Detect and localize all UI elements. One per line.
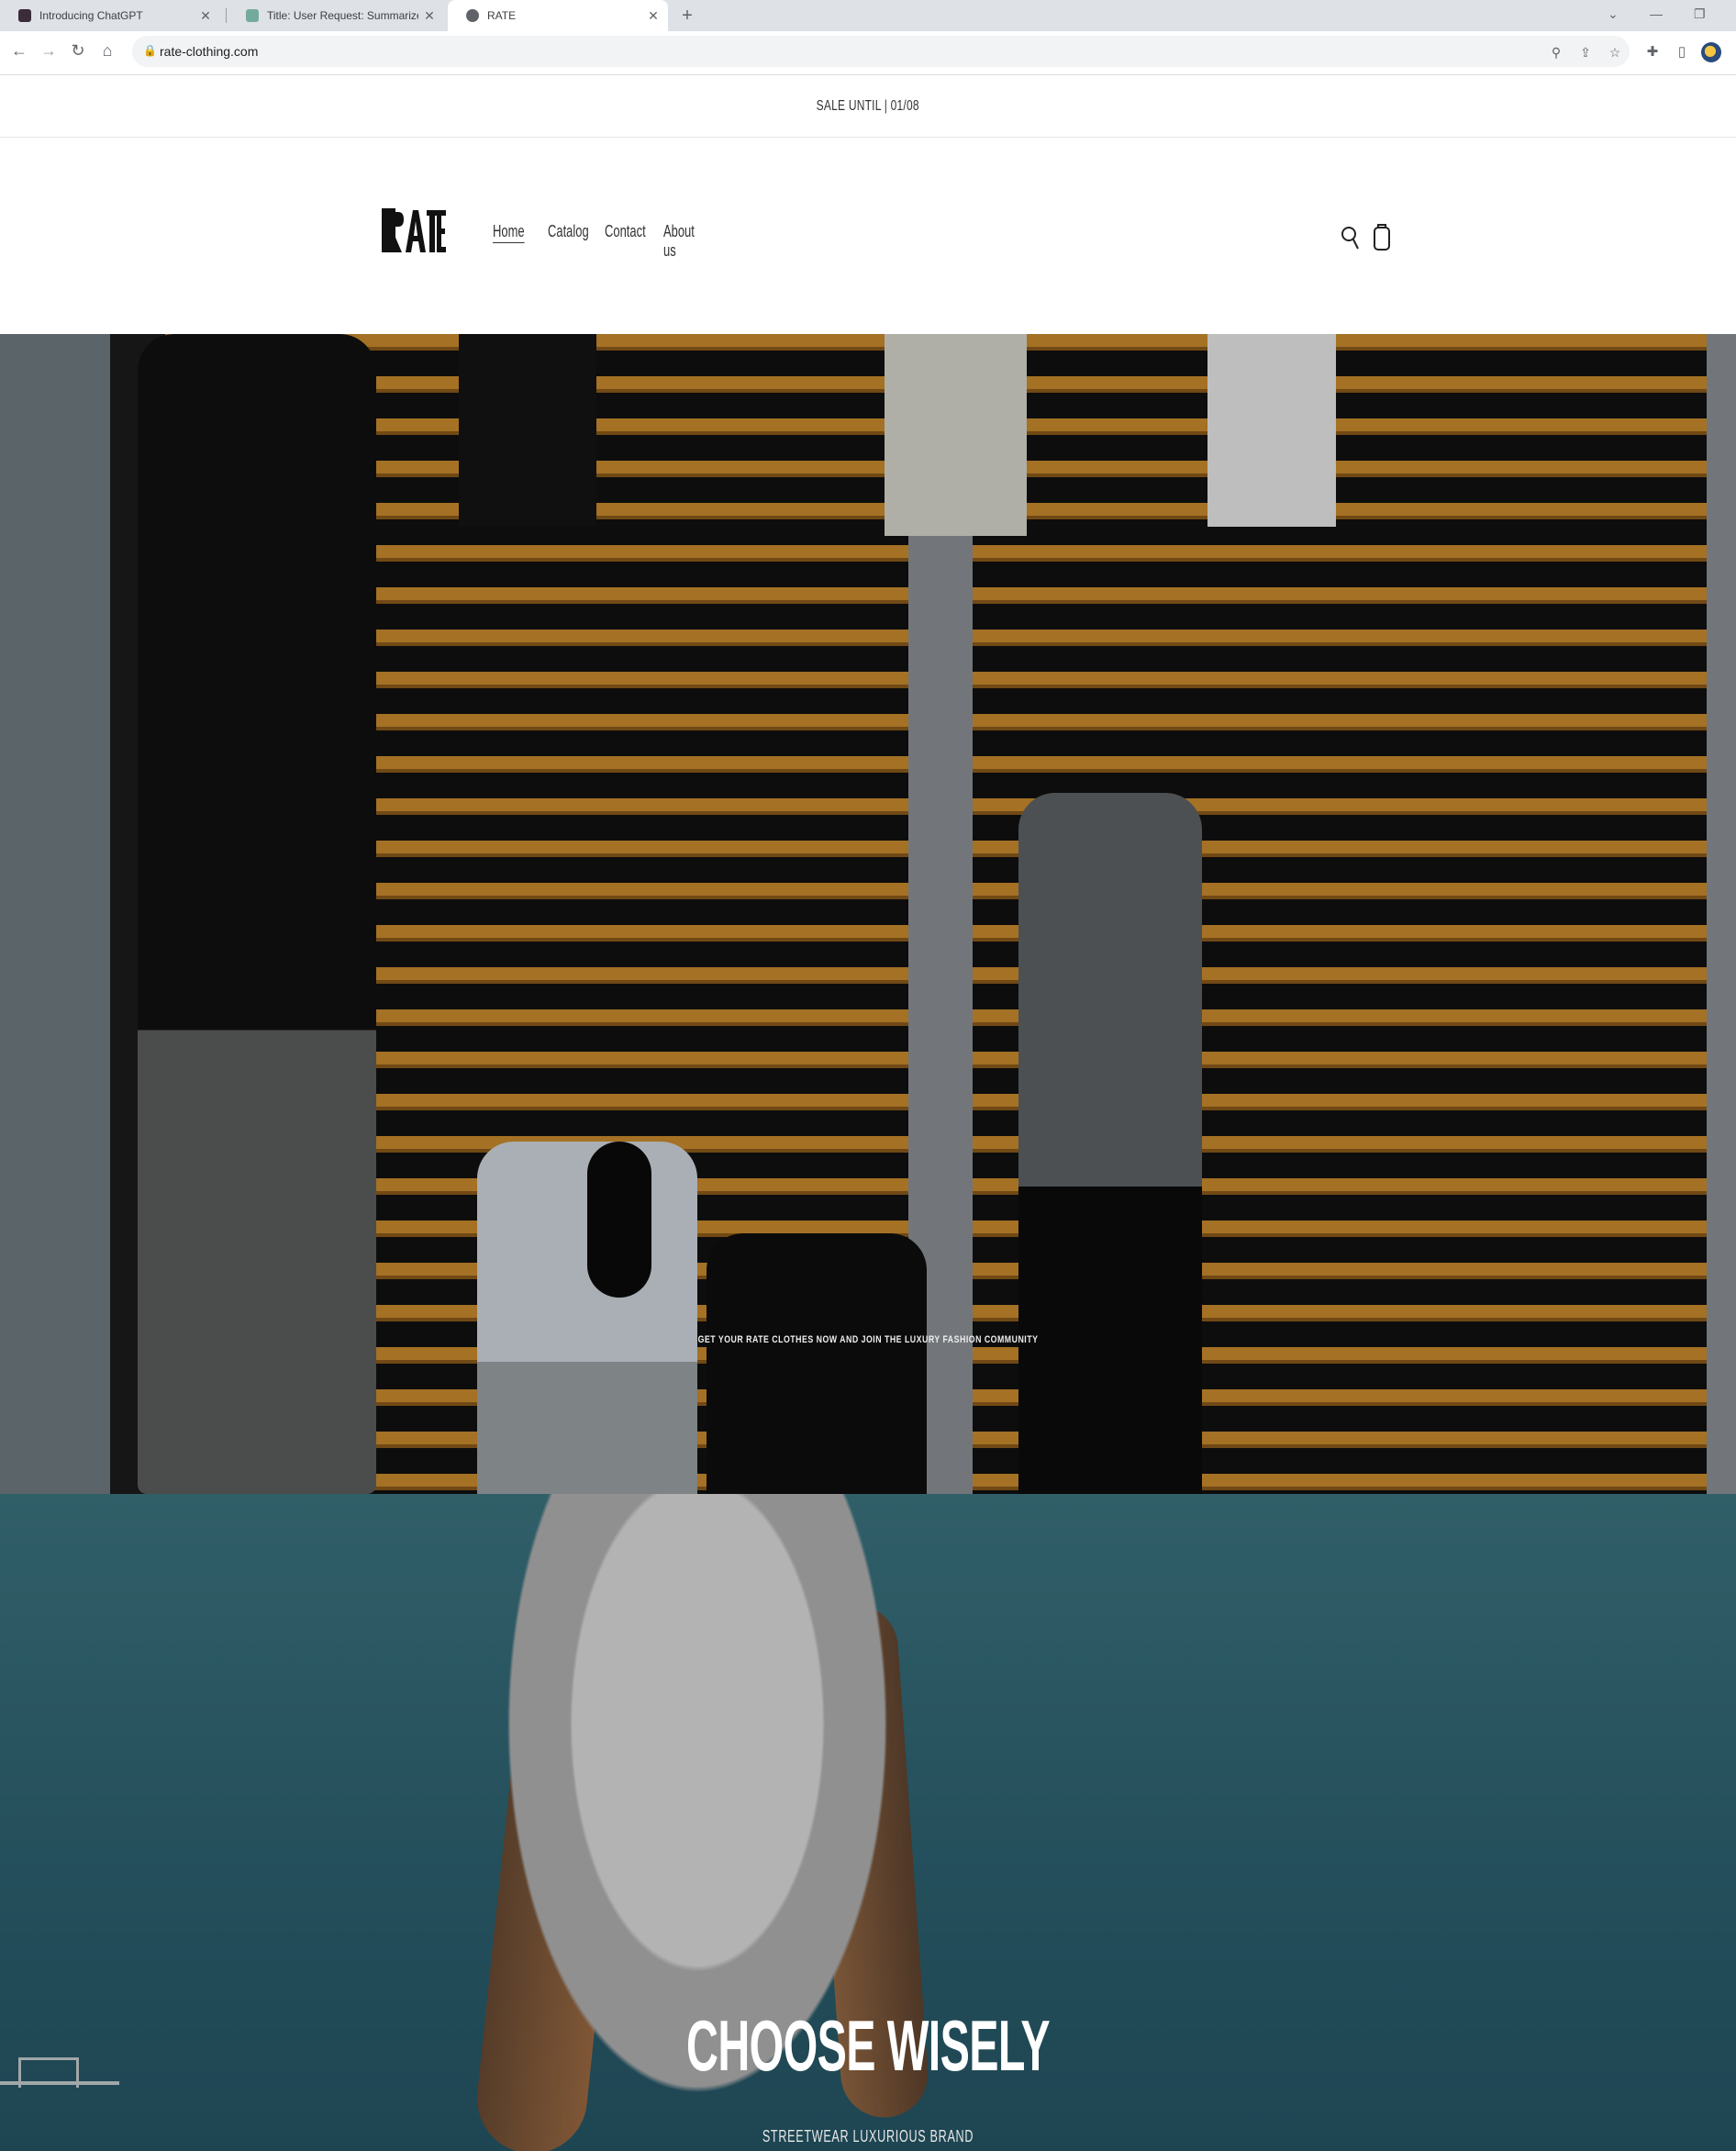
search-icon[interactable] [1338,222,1363,253]
close-tab-icon[interactable]: ✕ [642,8,664,24]
rate-logo[interactable] [382,206,446,254]
zoom-icon[interactable]: ⚲ [1547,43,1565,61]
hero-subheading: STREETWEAR LUXURIOUS BRAND [762,2127,974,2145]
browser-tab[interactable]: Introducing ChatGPT ✕ [0,0,220,31]
nav-home[interactable]: Home [493,222,525,261]
nav-catalog[interactable]: Catalog [548,222,589,261]
browser-tab[interactable]: Title: User Request: Summarize C ✕ [228,0,444,31]
lock-icon[interactable]: 🔒 [143,44,157,57]
announcement-bar: SALE UNTIL | 01/08 [0,75,1736,138]
tab-title: Introducing ChatGPT [39,9,143,22]
address-bar[interactable]: 🔒 rate-clothing.com ⚲ ⇪ ☆ [132,36,1630,67]
browser-toolbar: ← → ↻ ⌂ 🔒 rate-clothing.com ⚲ ⇪ ☆ ✚ ▯ [0,31,1736,75]
forward-icon[interactable]: → [37,39,61,62]
globe-favicon-icon [466,9,479,22]
home-icon[interactable]: ⌂ [95,39,119,62]
hero-heading: CHOOSE WISELY [686,2005,1051,2086]
restore-icon[interactable]: ❐ [1694,0,1706,28]
share-icon[interactable]: ⇪ [1576,43,1595,61]
tab-search-icon[interactable]: ⌄ [1608,0,1619,28]
tab-title: Title: User Request: Summarize C [267,9,418,22]
hero-caption: GET YOUR RATE CLOTHES NOW AND JOIN THE L… [697,1334,1039,1345]
chat-favicon-icon [246,9,259,22]
hero-image-group: GET YOUR RATE CLOTHES NOW AND JOIN THE L… [0,334,1736,1494]
url-text[interactable]: rate-clothing.com [160,44,258,59]
chatgpt-favicon-icon [18,9,31,22]
close-tab-icon[interactable]: ✕ [195,8,217,24]
new-tab-button[interactable]: + [676,5,698,27]
nav-contact[interactable]: Contact [605,222,646,261]
nav-about-us[interactable]: About us [663,222,700,261]
sidebar-icon[interactable]: ▯ [1672,42,1692,62]
image-overlay [0,334,1736,1494]
minimize-icon[interactable]: — [1650,0,1663,28]
main-nav: Home Catalog Contact About us [493,222,715,261]
back-icon[interactable]: ← [7,39,31,62]
star-icon[interactable]: ☆ [1606,43,1624,61]
cart-icon[interactable] [1369,222,1395,253]
tab-separator [226,8,227,23]
profile-avatar[interactable] [1701,42,1721,62]
browser-tab-strip: Introducing ChatGPT ✕ Title: User Reques… [0,0,1736,31]
announcement-text: SALE UNTIL | 01/08 [816,97,920,114]
tab-title: RATE [487,9,517,22]
hero-banner-choose-wisely: CHOOSE WISELY STREETWEAR LUXURIOUS BRAND [0,1494,1736,2151]
browser-tab-active[interactable]: RATE ✕ [448,0,668,31]
site-header: Home Catalog Contact About us [0,138,1736,334]
close-tab-icon[interactable]: ✕ [418,8,440,24]
reload-icon[interactable]: ↻ [66,39,90,62]
extensions-icon[interactable]: ✚ [1642,42,1663,62]
